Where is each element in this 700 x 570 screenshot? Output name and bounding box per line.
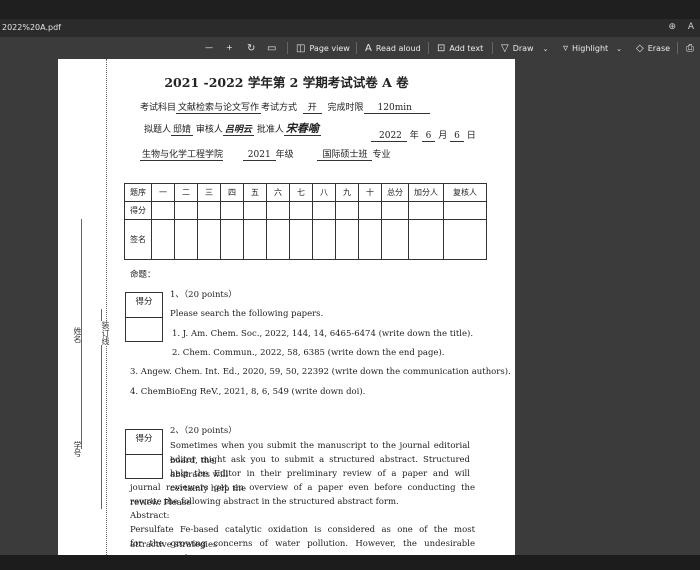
draw-icon: ▽ [501, 43, 509, 54]
taskbar-strip [0, 555, 700, 570]
margin-binding-label: 装订线 [100, 321, 111, 345]
table-header-cell: 四 [220, 183, 244, 202]
zoom-in-button[interactable]: + [226, 43, 233, 52]
toolbar-divider [677, 42, 678, 54]
add-text-icon: ⊡ [437, 43, 446, 54]
q1-score-box: 得分 [125, 292, 163, 342]
read-aloud-icon[interactable]: A [688, 22, 694, 32]
erase-icon: ◇ [636, 43, 644, 54]
date-line: 2022 年 6 月 6 日 [371, 128, 476, 142]
table-header-row: 题序 一 二 三 四 五 六 七 八 九 十 总分 加分人 复核人 [124, 183, 487, 202]
read-aloud-button[interactable]: A Read aloud [365, 43, 421, 54]
q1-item: 2. Chem. Commun., 2022, 58, 6385 (write … [172, 348, 445, 358]
table-header-cell: 六 [266, 183, 290, 202]
add-text-button[interactable]: ⊡ Add text [437, 43, 483, 54]
table-header-cell: 一 [151, 183, 175, 202]
margin-name-label: 姓名 [73, 327, 82, 343]
q1-item: 3. Angew. Chem. Int. Ed., 2020, 59, 50, … [130, 367, 511, 377]
abstract-label: Abstract: [130, 511, 170, 521]
course-line: 考试科目 文献检索与论文写作 考试方式 开 完成时限 120min [140, 100, 430, 114]
table-header-cell: 二 [174, 183, 198, 202]
table-row-label: 得分 [124, 201, 152, 220]
fit-page-icon[interactable]: ▭ [267, 43, 280, 54]
pdf-toolbar: — + ↻ ▭ ◫ Page view A Read aloud ⊡ Add text… [0, 37, 700, 59]
toolbar-divider [428, 42, 429, 54]
page-view-icon: ◫ [296, 43, 306, 54]
q1-score-label: 得分 [126, 293, 162, 318]
score-table: 题序 一 二 三 四 五 六 七 八 九 十 总分 加分人 复核人 得分 签名 [124, 183, 487, 260]
tab-bar: 2022%20A.pdf ⊕ A [0, 19, 700, 37]
pdf-page: 姓名 装订线 学号 2021 -2022 学年第 2 学期考试试卷 A 卷 考试… [58, 59, 515, 555]
college-line: 生物与化学工程学院 2021 年级 国际硕士班 专业 [140, 150, 391, 161]
table-row-label: 签名 [124, 219, 152, 260]
read-aloud-icon: A [365, 43, 372, 54]
zoom-icon[interactable]: ⊕ [668, 22, 676, 32]
print-icon[interactable]: ⎙ [686, 43, 698, 54]
q2-score-box: 得分 [125, 429, 163, 479]
toolbar-divider [492, 42, 493, 54]
table-header-cell: 题序 [124, 183, 152, 202]
author-line: 拟题人 邸婧 审核人 吕明云 批准人 宋春喻 [144, 122, 321, 136]
q2-score-label: 得分 [126, 430, 162, 455]
highlight-button[interactable]: ▿ Highlight ⌄ [563, 43, 622, 54]
table-header-cell: 七 [289, 183, 313, 202]
binding-line [106, 59, 107, 555]
toolbar-divider [356, 42, 357, 54]
table-header-cell: 五 [243, 183, 267, 202]
q1-item: 1. J. Am. Chem. Soc., 2022, 144, 14, 646… [172, 329, 474, 339]
zoom-out-button[interactable]: — [205, 43, 213, 52]
table-header-cell: 总分 [381, 183, 409, 202]
q1-item: 4. ChemBioEng ReV., 2021, 8, 6, 549 (wri… [130, 387, 366, 397]
q2-heading: 2、（20 points） [170, 426, 237, 436]
window-titlebar [0, 0, 700, 19]
exam-title: 2021 -2022 学年第 2 学期考试试卷 A 卷 [164, 75, 409, 90]
abstract-line: for the growing concerns of water pollut… [130, 539, 475, 555]
q2-line: rewrite the following abstract in the st… [130, 497, 399, 507]
table-header-cell: 九 [335, 183, 359, 202]
table-sign-row: 签名 [124, 219, 487, 260]
page-view-button[interactable]: ◫ Page view [296, 43, 350, 54]
ming-ti-label: 命题： [130, 270, 156, 280]
margin-student-id-label: 学号 [73, 441, 82, 457]
tab-title[interactable]: 2022%20A.pdf [2, 23, 61, 32]
table-header-cell: 十 [358, 183, 382, 202]
q1-intro: Please search the following papers. [170, 309, 324, 319]
draw-button[interactable]: ▽ Draw ⌄ [501, 43, 548, 54]
table-header-cell: 复核人 [443, 183, 487, 202]
erase-button[interactable]: ◇ Erase [636, 43, 670, 54]
rotate-icon[interactable]: ↻ [247, 43, 259, 54]
q1-heading: 1、（20 points） [170, 290, 237, 300]
table-score-row: 得分 [124, 201, 487, 220]
table-header-cell: 三 [197, 183, 221, 202]
highlight-icon: ▿ [563, 43, 569, 54]
table-header-cell: 加分人 [408, 183, 444, 202]
toolbar-divider [287, 42, 288, 54]
table-header-cell: 八 [312, 183, 336, 202]
